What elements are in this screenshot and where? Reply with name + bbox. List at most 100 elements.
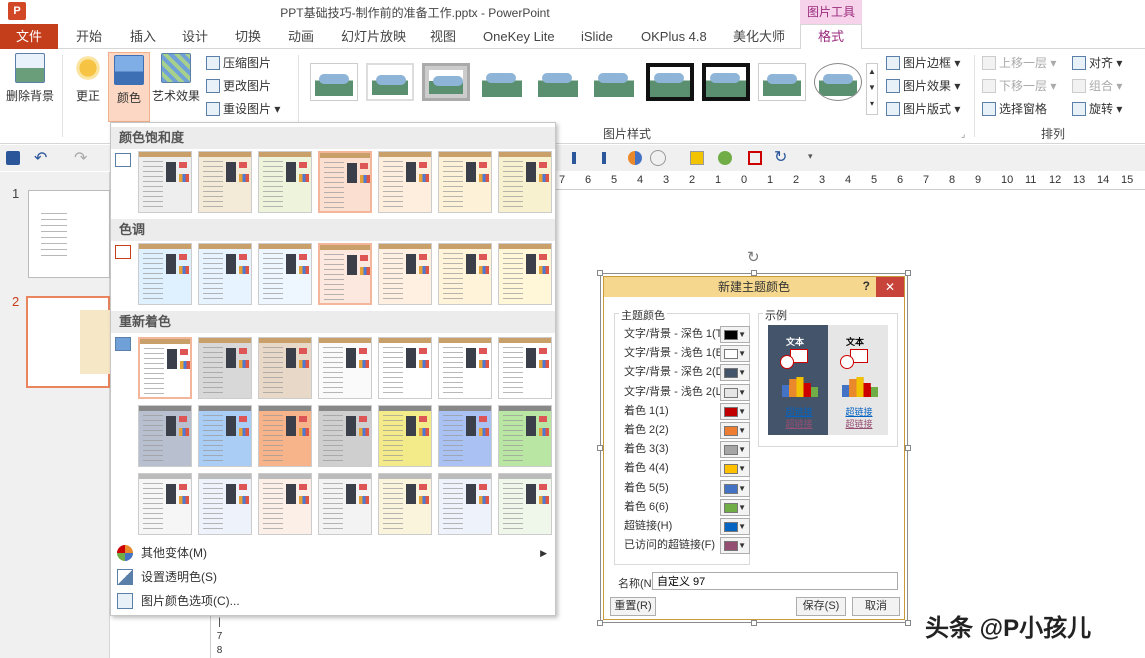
corrections-button[interactable]: 更正 [70,53,106,104]
picture-style-thumb[interactable] [646,63,694,101]
recolor-preset-thumb[interactable] [318,243,372,305]
picture-style-thumb[interactable] [590,63,638,101]
color-picker-button[interactable]: ▼ [720,383,750,401]
recolor-preset-thumb[interactable] [258,405,312,467]
picture-style-thumb[interactable] [702,63,750,101]
picture-style-thumb[interactable] [310,63,358,101]
rotate-handle-icon[interactable]: ↻ [747,248,760,266]
save-icon[interactable] [6,151,20,165]
recolor-preset-thumb[interactable] [438,337,492,399]
redo-icon[interactable]: ↷ [74,148,87,168]
bar-icon[interactable] [572,152,576,164]
more-variants-item[interactable]: 其他变体(M) ▶ [111,541,555,565]
picture-border-button[interactable]: 图片边框 ▾ [886,53,960,73]
resize-handle[interactable] [597,620,603,626]
recolor-preset-thumb[interactable] [378,337,432,399]
recolor-preset-thumb[interactable] [198,151,252,213]
recolor-preset-thumb[interactable] [138,151,192,213]
refresh-icon[interactable]: ↻ [774,147,787,167]
recolor-preset-thumb[interactable] [198,243,252,305]
picture-color-options-item[interactable]: 图片颜色选项(C)... [111,589,555,613]
picture-style-thumb[interactable] [534,63,582,101]
recolor-preset-thumb[interactable] [138,405,192,467]
slide-thumbnail-1[interactable] [28,190,110,278]
save-button[interactable]: 保存(S) [796,597,846,616]
recolor-preset-thumb[interactable] [378,405,432,467]
set-transparent-color-item[interactable]: 设置透明色(S) [111,565,555,589]
recolor-preset-thumb[interactable] [438,243,492,305]
resize-handle[interactable] [751,620,757,626]
recolor-preset-thumb[interactable] [498,151,552,213]
picture-layout-button[interactable]: 图片版式 ▾ [886,99,960,119]
tab-animations[interactable]: 动画 [288,24,314,49]
selection-pane-button[interactable]: 选择窗格 [982,99,1047,119]
theme-name-input[interactable] [652,572,898,590]
recolor-preset-thumb[interactable] [258,151,312,213]
close-icon[interactable]: ✕ [876,277,904,297]
recolor-preset-thumb[interactable] [138,337,192,399]
rotate-button[interactable]: 旋转 ▾ [1072,99,1122,119]
recolor-preset-thumb[interactable] [318,337,372,399]
recolor-preset-thumb[interactable] [198,473,252,535]
tab-view[interactable]: 视图 [430,24,456,49]
recolor-preset-thumb[interactable] [138,243,192,305]
color-picker-button[interactable]: ▼ [720,326,750,343]
resize-handle[interactable] [905,270,911,276]
recolor-preset-thumb[interactable] [198,405,252,467]
color-picker-button[interactable]: ▼ [720,402,750,420]
color-picker-button[interactable]: ▼ [720,537,750,555]
recolor-preset-thumb[interactable] [318,151,372,213]
artistic-effects-button[interactable]: 艺术效果 [152,53,200,104]
tab-transitions[interactable]: 切换 [235,24,261,49]
shapes-fill-icon[interactable] [628,151,642,165]
bar-icon[interactable] [602,152,606,164]
color-picker-button[interactable]: ▼ [720,518,750,535]
recolor-preset-thumb[interactable] [498,243,552,305]
undo-icon[interactable]: ↶ [34,148,47,168]
dialog-launcher-icon[interactable]: ⌟ [961,129,965,140]
tab-home[interactable]: 开始 [76,24,102,49]
resize-handle[interactable] [905,620,911,626]
recolor-preset-thumb[interactable] [438,473,492,535]
bring-forward-button[interactable]: 上移一层 ▾ [982,53,1056,73]
picture-style-thumb[interactable] [814,63,862,101]
tab-insert[interactable]: 插入 [130,24,156,49]
recolor-preset-thumb[interactable] [498,405,552,467]
reset-picture-button[interactable]: 重设图片 ▾ [206,99,280,119]
shape-outline-icon[interactable] [650,150,666,166]
color-picker-button[interactable]: ▼ [720,460,750,478]
help-icon[interactable]: ? [863,279,870,293]
recolor-preset-thumb[interactable] [378,243,432,305]
change-picture-button[interactable]: 更改图片 [206,76,271,96]
crop-icon[interactable] [748,151,762,165]
color-picker-button[interactable]: ▼ [720,345,750,363]
compress-pictures-button[interactable]: 压缩图片 [206,53,271,73]
styles-gallery-scroll[interactable]: ▲ ▼ ▾ [866,63,878,115]
tab-beautify[interactable]: 美化大师 [733,24,785,49]
picture-style-thumb[interactable] [758,63,806,101]
picture-style-thumb[interactable] [366,63,414,101]
circle-fill-icon[interactable] [718,151,732,165]
cancel-button[interactable]: 取消 [852,597,900,616]
color-picker-button[interactable]: ▼ [720,364,750,382]
recolor-preset-thumb[interactable] [378,473,432,535]
picture-style-thumb[interactable] [422,63,470,101]
square-fill-icon[interactable] [690,151,704,165]
color-picker-button[interactable]: ▼ [720,441,750,459]
recolor-preset-thumb[interactable] [258,473,312,535]
recolor-preset-thumb[interactable] [198,337,252,399]
recolor-preset-thumb[interactable] [258,337,312,399]
color-picker-button[interactable]: ▼ [720,498,750,516]
color-picker-button[interactable]: ▼ [720,422,750,439]
recolor-preset-thumb[interactable] [318,473,372,535]
slide-thumbnail-2[interactable] [26,296,110,388]
reset-button[interactable]: 重置(R) [610,597,656,616]
recolor-preset-thumb[interactable] [498,337,552,399]
remove-background-button[interactable]: 删除背景 [4,53,56,104]
recolor-preset-thumb[interactable] [438,405,492,467]
tab-onekey-lite[interactable]: OneKey Lite [483,24,555,49]
recolor-preset-thumb[interactable] [498,473,552,535]
tab-format[interactable]: 格式 [800,24,862,50]
recolor-preset-thumb[interactable] [138,473,192,535]
recolor-preset-thumb[interactable] [438,151,492,213]
